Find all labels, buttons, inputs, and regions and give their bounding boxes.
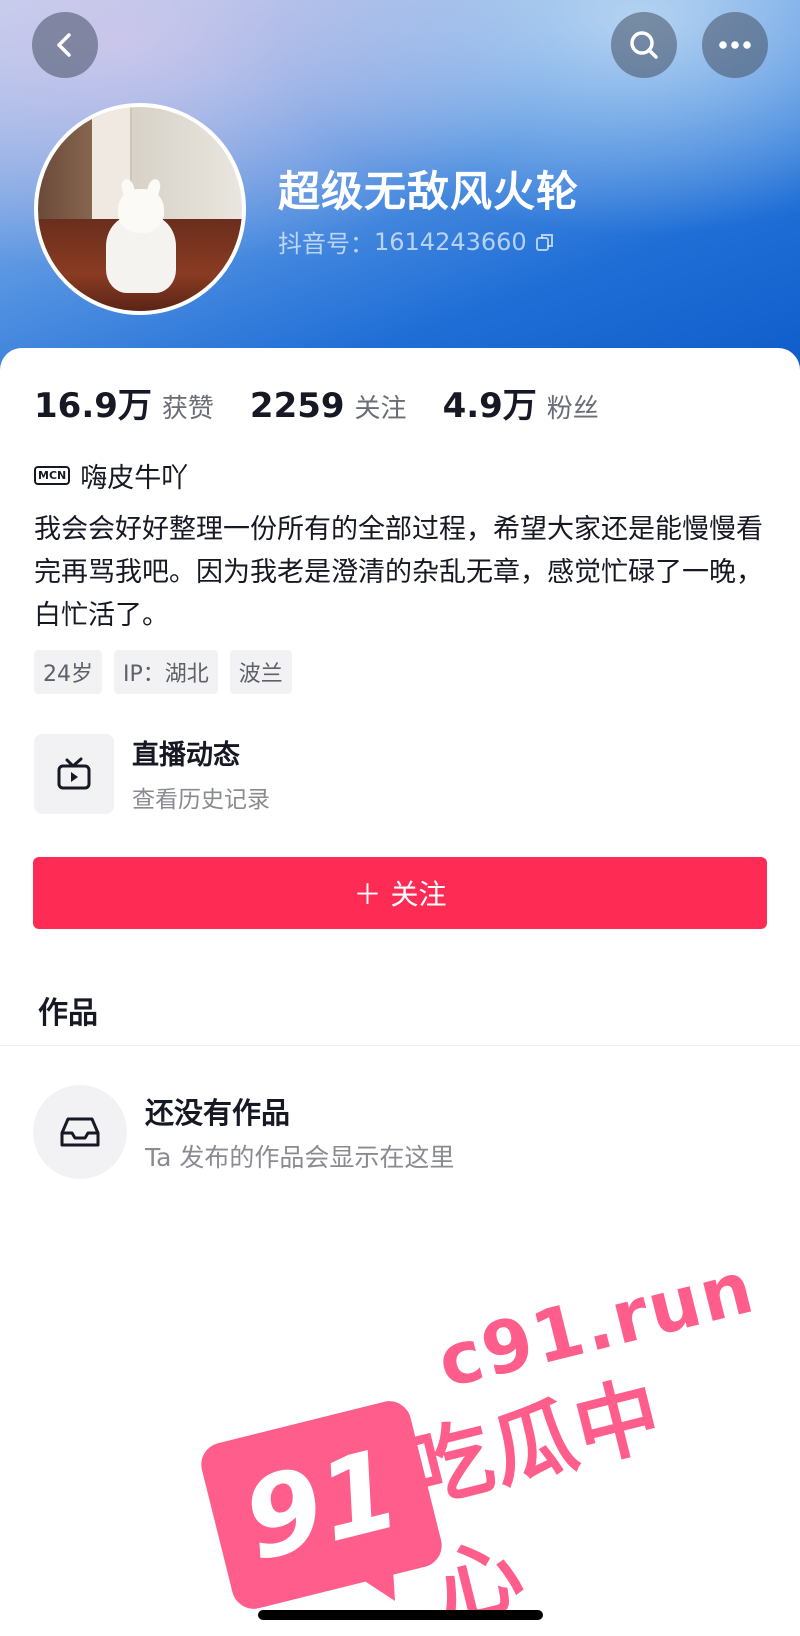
stat-following[interactable]: 2259 关注	[250, 386, 407, 426]
mcn-badge-icon: MCN	[34, 466, 71, 485]
back-button[interactable]	[32, 12, 98, 78]
more-button[interactable]	[702, 12, 768, 78]
empty-subtitle: Ta 发布的作品会显示在这里	[145, 1143, 455, 1172]
stat-label: 关注	[354, 394, 407, 424]
watermark-logo: 91 c91.run 吃瓜中心	[196, 1245, 774, 1636]
back-icon	[57, 33, 71, 57]
more-icon	[719, 41, 751, 49]
live-subtitle: 查看历史记录	[132, 787, 270, 813]
stat-followers[interactable]: 4.9万 粉丝	[443, 378, 599, 427]
stat-label: 粉丝	[546, 394, 599, 424]
mcn-agency[interactable]: MCN 嗨皮牛吖	[34, 456, 188, 495]
username: 超级无敌风火轮	[278, 167, 580, 216]
avatar[interactable]	[34, 103, 246, 315]
user-id-value: 1614243660	[374, 227, 527, 256]
profile-tags: 24岁 IP：湖北 波兰	[34, 650, 292, 694]
live-history-entry[interactable]: 直播动态 查看历史记录	[34, 733, 270, 814]
search-button[interactable]	[611, 12, 677, 78]
stat-value: 16.9万	[34, 386, 152, 426]
stat-likes[interactable]: 16.9万 获赞	[34, 378, 214, 427]
empty-icon-circle	[33, 1085, 127, 1179]
user-id[interactable]: 抖音号： 1614243660	[278, 224, 555, 259]
tv-icon	[57, 757, 91, 789]
tab-works[interactable]: 作品	[38, 988, 98, 1032]
stat-value: 4.9万	[442, 386, 537, 426]
home-indicator[interactable]	[258, 1610, 543, 1620]
live-icon-box	[34, 733, 114, 814]
empty-title: 还没有作品	[145, 1096, 291, 1130]
stat-label: 获赞	[161, 394, 214, 424]
stats-row: 16.9万 获赞 2259 关注 4.9万 粉丝	[34, 378, 635, 427]
live-title: 直播动态	[132, 740, 240, 771]
copy-icon[interactable]	[535, 232, 555, 252]
mcn-name: 嗨皮牛吖	[80, 463, 189, 494]
empty-works-state: 还没有作品 Ta 发布的作品会显示在这里	[33, 1085, 454, 1179]
divider	[0, 1045, 800, 1046]
stat-value: 2259	[249, 386, 345, 426]
tag-country: 波兰	[229, 650, 292, 694]
bio-text: 我会会好好整理一份所有的全部过程，希望大家还是能慢慢看完再骂我吧。因为我老是澄清…	[34, 514, 763, 631]
tag-ip-location: IP：湖北	[114, 650, 218, 694]
search-icon	[630, 31, 658, 59]
inbox-icon	[60, 1117, 100, 1147]
user-id-label: 抖音号：	[278, 230, 374, 258]
tag-age: 24岁	[34, 650, 102, 694]
follow-button[interactable]: ＋ 关注	[33, 857, 767, 929]
